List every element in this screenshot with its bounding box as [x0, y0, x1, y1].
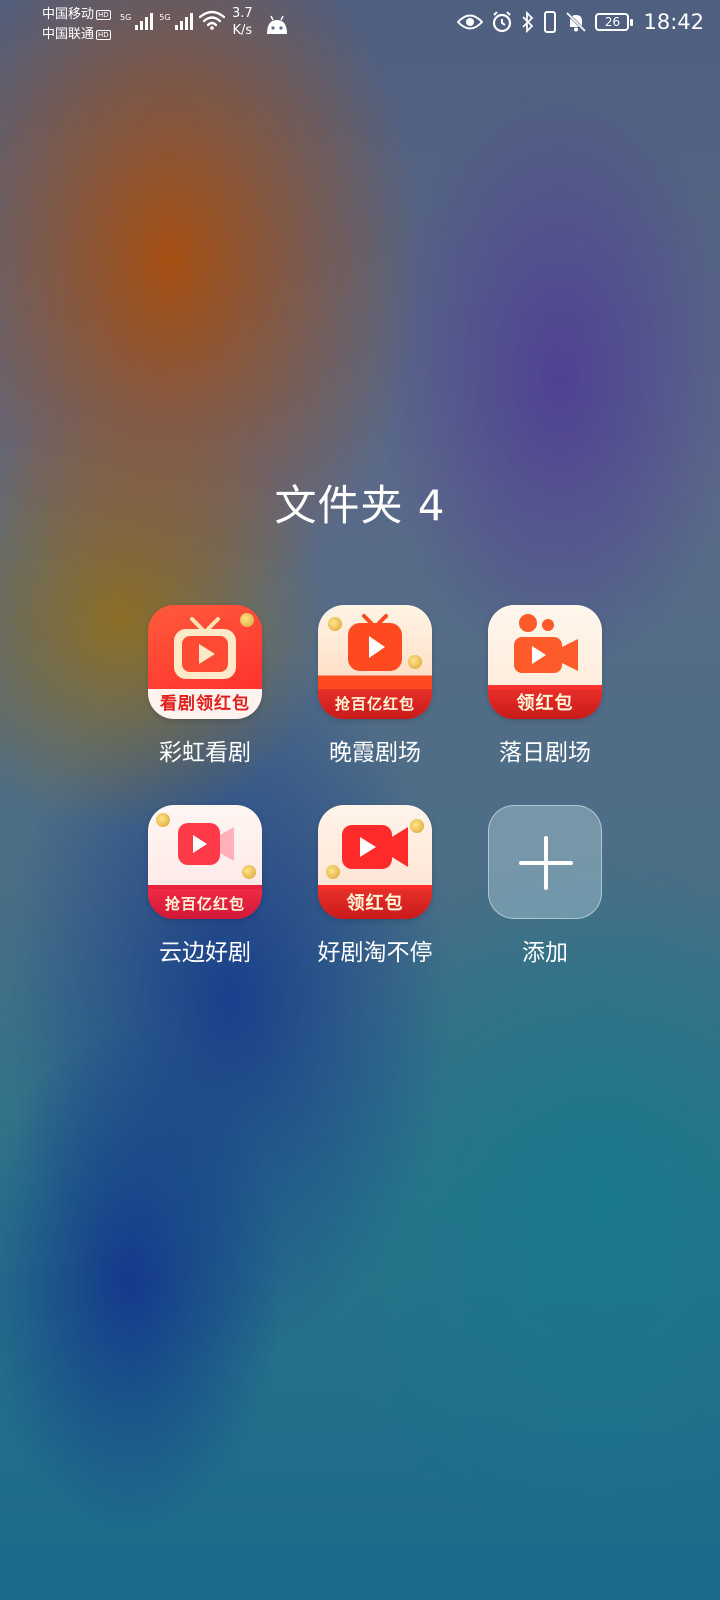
coin-icon — [156, 813, 170, 827]
app-icon[interactable]: 抢百亿红包 — [148, 805, 262, 919]
app-icon[interactable]: 抢百亿红包 — [318, 605, 432, 719]
app-icon[interactable]: 领红包 — [318, 805, 432, 919]
network-type-2: 5G — [159, 13, 171, 22]
video-camera-icon — [178, 823, 234, 865]
coin-icon — [240, 613, 254, 627]
app-banner: 领红包 — [318, 889, 432, 919]
coin-icon — [326, 865, 340, 879]
home-screen: 中国移动 HD 中国联通 HD 5G 5G 3.7 K/s 26 18:42 文… — [0, 0, 720, 1600]
plus-icon[interactable] — [488, 805, 602, 919]
carrier-2: 中国联通 — [42, 27, 95, 42]
hd-badge: HD — [96, 10, 111, 20]
app-wanxia-juchang[interactable]: 抢百亿红包 晚霞剧场 — [290, 605, 460, 767]
network-type-1: 5G — [120, 13, 132, 22]
video-camera-icon — [514, 614, 578, 673]
app-label: 晚霞剧场 — [329, 740, 421, 766]
tv-play-icon — [348, 614, 402, 671]
alarm-icon — [493, 11, 512, 33]
speed-value: 3.7 — [232, 6, 253, 21]
bluetooth-icon — [522, 11, 534, 33]
mute-bell-icon — [566, 11, 587, 33]
status-clock: 18:42 — [643, 10, 704, 34]
status-icons-right: 26 18:42 — [457, 10, 704, 34]
signal-strength-icon: 5G — [120, 13, 154, 30]
app-banner: 抢百亿红包 — [318, 689, 432, 719]
add-label: 添加 — [522, 940, 568, 966]
app-yunbian-haoju[interactable]: 抢百亿红包 云边好剧 — [120, 805, 290, 967]
tv-play-icon — [174, 617, 236, 679]
carrier-1: 中国移动 — [42, 7, 95, 22]
video-camera-icon — [342, 825, 408, 869]
add-app-button[interactable]: 添加 — [460, 805, 630, 967]
network-speed: 3.7 K/s — [232, 5, 253, 39]
app-banner: 抢百亿红包 — [148, 889, 262, 919]
signal-strength-icon: 5G — [159, 13, 193, 30]
app-banner: 看剧领红包 — [148, 689, 262, 719]
app-caihong-kanju[interactable]: 看剧领红包 彩虹看剧 — [120, 605, 290, 767]
eye-icon — [457, 14, 484, 30]
carrier-info: 中国移动 HD 中国联通 HD — [42, 5, 111, 45]
app-icon[interactable]: 领红包 — [488, 605, 602, 719]
speed-unit: K/s — [232, 23, 253, 38]
coin-icon — [328, 617, 342, 631]
coin-icon — [410, 819, 424, 833]
notification-app-icon — [267, 15, 287, 34]
app-label: 好剧淘不停 — [317, 940, 433, 966]
signal-indicators: 5G 5G — [120, 10, 225, 30]
folder-title[interactable]: 文件夹 4 — [0, 472, 720, 533]
battery-icon: 26 — [595, 13, 634, 31]
coin-icon — [408, 655, 422, 669]
wifi-icon — [198, 10, 225, 30]
status-bar: 中国移动 HD 中国联通 HD 5G 5G 3.7 K/s 26 18:42 — [0, 0, 720, 50]
app-luori-juchang[interactable]: 领红包 落日剧场 — [460, 605, 630, 767]
hd-badge: HD — [96, 30, 111, 40]
coin-icon — [242, 865, 256, 879]
folder-app-grid: 看剧领红包 彩虹看剧 抢百亿红包 晚霞剧场 领红包 落日剧场 抢百亿红包 云边好… — [120, 605, 602, 967]
app-banner: 领红包 — [488, 689, 602, 719]
battery-level: 26 — [604, 15, 621, 29]
app-label: 彩虹看剧 — [159, 740, 251, 766]
app-icon[interactable]: 看剧领红包 — [148, 605, 262, 719]
phone-vibrate-icon — [544, 11, 557, 33]
app-label: 云边好剧 — [159, 940, 251, 966]
app-label: 落日剧场 — [499, 740, 591, 766]
app-haoju-taobuting[interactable]: 领红包 好剧淘不停 — [290, 805, 460, 967]
